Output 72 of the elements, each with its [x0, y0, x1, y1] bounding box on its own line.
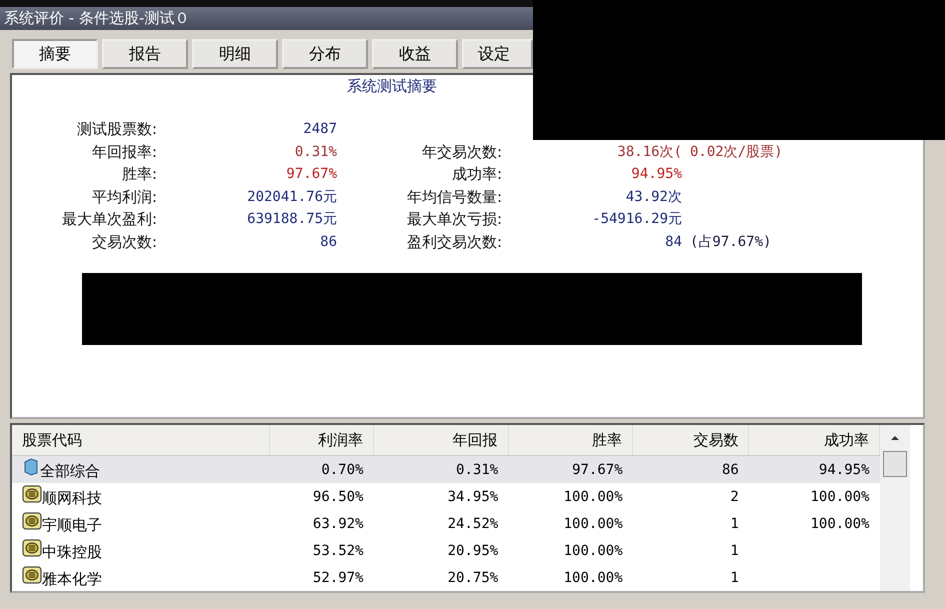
table-cell-text: 1 — [729, 514, 740, 534]
column-header[interactable]: 成功率 — [748, 425, 880, 456]
table-cell-text: 100.00% — [809, 514, 870, 534]
stat-label: 年回报率: — [90, 142, 157, 162]
table-cell-text: 52.97% — [312, 568, 364, 588]
scroll-thumb[interactable] — [883, 451, 907, 477]
stat-note: 0.02次/股票) — [689, 142, 784, 162]
table-cell: 97.67% — [508, 456, 633, 484]
summary-title: 系统测试摘要 — [347, 77, 437, 95]
stat-value: 97.67% — [285, 165, 337, 184]
stat-label: 最大单次盈利: — [60, 209, 157, 230]
table-cell-text: 100.00% — [562, 568, 624, 588]
coin-icon — [22, 485, 42, 504]
table-cell: 86 — [632, 456, 749, 484]
stat-value: 86 — [319, 232, 337, 252]
stock-name[interactable]: 顺网科技 — [42, 489, 102, 508]
stat-value: 38.16次( — [616, 142, 682, 162]
column-header[interactable]: 年回报 — [373, 425, 508, 456]
table-cell: 34.95% — [373, 483, 508, 510]
table-cell: 96.50% — [270, 483, 374, 510]
stock-name[interactable]: 宇顺电子 — [42, 516, 102, 534]
tab[interactable]: 设定 — [462, 39, 533, 69]
stat-note: (占97.67%) — [689, 232, 772, 252]
stat-label: 成功率: — [450, 164, 502, 185]
tab[interactable]: 摘要 — [12, 39, 98, 69]
tab[interactable]: 明细 — [192, 39, 278, 69]
stat-value: 94.95% — [630, 165, 682, 184]
table-cell-text: 24.52% — [446, 514, 500, 534]
table-cell-text: 20.95% — [446, 542, 500, 560]
table-cell: 0.70% — [270, 456, 374, 484]
tab[interactable]: 报告 — [102, 39, 188, 69]
stat-value: 43.92次 — [624, 188, 682, 206]
stat-label: 最大单次亏损: — [406, 209, 502, 230]
column-header[interactable]: 交易数 — [632, 425, 749, 456]
stock-name[interactable]: 中珠控股 — [42, 543, 102, 561]
table-cell-text: 53.52% — [312, 542, 364, 560]
stat-value: 202041.76元 — [246, 188, 337, 206]
table-cell-text: 63.92% — [312, 514, 364, 534]
coin-icon — [22, 512, 42, 530]
stat-label: 平均利润: — [90, 186, 157, 208]
table-cell: 2 — [632, 483, 749, 510]
stock-name[interactable]: 雅本化学 — [42, 570, 102, 588]
stat-label: 盈利交易次数: — [406, 232, 502, 252]
column-header[interactable]: 股票代码 — [12, 425, 270, 456]
table-cell: 100.00% — [508, 483, 633, 510]
stat-label: 胜率: — [120, 164, 157, 185]
stat-value: 639188.75元 — [246, 210, 337, 229]
stat-value: -54916.29元 — [591, 210, 682, 229]
column-header[interactable]: 利润率 — [270, 425, 374, 456]
stat-value: 0.31% — [294, 142, 337, 162]
selected-row-cell[interactable]: 全部综合 — [12, 456, 270, 484]
table-cell-text: 20.75% — [446, 568, 500, 588]
table-cell: 0.31% — [373, 456, 508, 484]
stat-label: 交易次数: — [90, 232, 157, 252]
stat-value: 2487 — [302, 120, 337, 139]
coin-icon — [22, 539, 42, 557]
table-cell: 100.00% — [748, 483, 880, 510]
stat-label: 年均信号数量: — [406, 186, 502, 208]
column-header[interactable]: 胜率 — [508, 425, 633, 456]
stat-label: 测试股票数: — [76, 119, 157, 140]
stat-value: 84 — [664, 232, 682, 252]
scrollbar[interactable] — [880, 425, 910, 591]
tab[interactable]: 分布 — [282, 39, 368, 69]
table-cell-text: 100.00% — [562, 542, 624, 560]
table-cell: 94.95% — [748, 456, 880, 484]
stock-name[interactable]: 全部综合 — [40, 462, 100, 480]
table-cell-text: 1 — [729, 542, 740, 560]
tab[interactable]: 收益 — [372, 39, 458, 69]
table-cell-text: 100.00% — [562, 514, 624, 534]
coin-icon — [22, 566, 42, 584]
stat-label: 年交易次数: — [420, 142, 502, 162]
table-cell-text: 1 — [729, 568, 740, 588]
